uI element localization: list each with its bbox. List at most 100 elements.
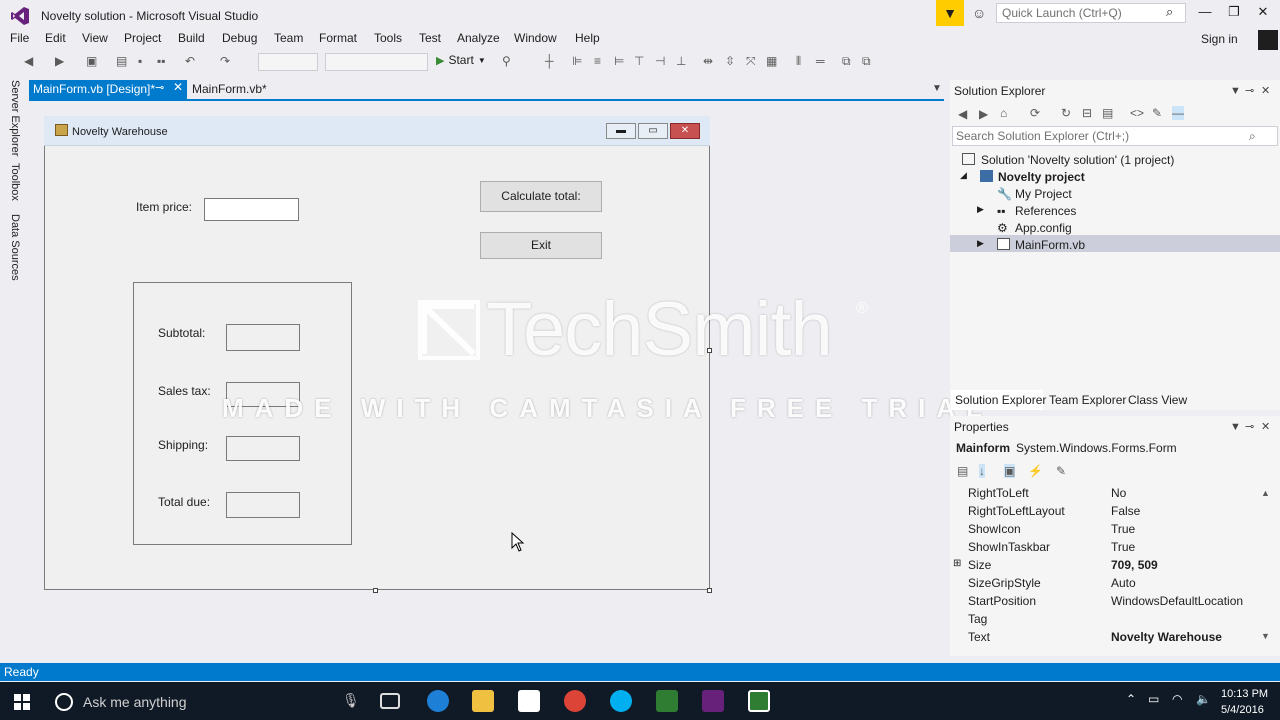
redo-icon[interactable]: ↷ [220,54,230,68]
menu-help[interactable]: Help [575,31,600,45]
chevron-down-icon[interactable]: ▼ [932,83,942,94]
solution-explorer-search-input[interactable]: Search Solution Explorer (Ctrl+;) [952,126,1278,146]
property-row[interactable]: ⊞ Size 709, 509 [950,556,1272,574]
menu-project[interactable]: Project [124,31,161,45]
account-icon[interactable] [1258,30,1278,50]
back-icon[interactable]: ◀ [958,107,967,121]
menu-team[interactable]: Team [274,31,303,45]
menu-edit[interactable]: Edit [45,31,66,45]
tree-item-my-project[interactable]: My Project [1015,187,1072,201]
chevron-up-icon[interactable]: ⌃ [1126,692,1136,706]
pin-icon[interactable]: ⊸ [1245,84,1254,97]
property-row[interactable]: SizeGripStyle Auto [950,574,1272,592]
volume-icon[interactable]: 🔈 [1196,692,1211,706]
preview-icon[interactable]: — [1172,106,1184,120]
property-row[interactable]: RightToLeft No [950,484,1272,502]
microphone-icon[interactable]: 🎙 [342,692,360,709]
properties-wrench-icon[interactable]: ✎ [1152,106,1162,120]
property-value[interactable]: True [1111,540,1135,554]
task-view-icon[interactable] [380,693,400,709]
toolbox-tab[interactable]: Toolbox [9,163,21,201]
make-same-size-icon[interactable]: ⤧ [746,54,756,69]
menu-view[interactable]: View [82,31,108,45]
form-minimize-button[interactable]: ▬ [606,123,636,139]
show-all-files-icon[interactable]: ▤ [1102,106,1113,120]
chevron-down-icon[interactable]: ▼ [1230,421,1241,433]
menu-tools[interactable]: Tools [374,31,402,45]
form-maximize-button[interactable]: ▭ [638,123,668,139]
data-sources-tab[interactable]: Data Sources [9,214,21,281]
new-project-icon[interactable]: ▣ [86,54,97,68]
subtotal-field[interactable] [226,324,300,351]
resize-handle-bottom[interactable] [373,588,378,593]
property-value[interactable]: True [1111,522,1135,536]
sync-icon[interactable]: ⟳ [1030,106,1040,120]
chrome-icon[interactable] [564,690,586,712]
cortana-search-input[interactable]: Ask me anything [83,694,187,710]
align-to-grid-icon[interactable]: ┼ [545,54,554,68]
align-rights-icon[interactable]: ⊨ [614,54,624,68]
align-tops-icon[interactable]: ⊤ [634,54,644,68]
expand-plus-icon[interactable]: ⊞ [953,558,961,569]
forward-icon[interactable]: ▶ [979,107,988,121]
tree-item-app-config[interactable]: App.config [1015,221,1072,235]
property-value[interactable]: Auto [1111,576,1136,590]
alphabetical-icon[interactable]: ↓ [979,464,985,478]
cortana-icon[interactable] [55,693,73,711]
clock-date[interactable]: 5/4/2016 [1221,704,1264,716]
property-row[interactable]: ShowIcon True [950,520,1272,538]
property-row[interactable]: RightToLeftLayout False [950,502,1272,520]
vertical-spacing-icon[interactable]: ═ [816,54,825,68]
size-to-grid-icon[interactable]: ▦ [766,54,777,68]
feedback-smiley-icon[interactable]: ☺ [972,5,986,21]
property-value[interactable]: Novelty Warehouse [1111,630,1222,644]
restore-button[interactable]: ❐ [1219,4,1249,22]
tab-mainform-code[interactable]: MainForm.vb* [192,82,267,96]
refresh-icon[interactable]: ↻ [1061,106,1071,120]
bring-to-front-icon[interactable]: ⧉ [842,54,851,69]
tree-item-references[interactable]: References [1015,204,1076,218]
battery-icon[interactable]: ▭ [1148,692,1159,706]
expanded-arrow-icon[interactable]: ◢ [960,170,967,181]
solution-platform-select[interactable] [325,53,428,71]
property-value[interactable]: 709, 509 [1111,558,1158,572]
tab-team-explorer[interactable]: Team Explorer [1049,393,1126,407]
send-to-back-icon[interactable]: ⧉ [862,54,871,69]
property-row[interactable]: ShowInTaskbar True [950,538,1272,556]
menu-format[interactable]: Format [319,31,357,45]
align-lefts-icon[interactable]: ⊫ [572,54,582,68]
item-price-input[interactable] [204,198,299,221]
search-icon[interactable]: ⌕ [1166,4,1173,20]
tab-solution-explorer[interactable]: Solution Explorer [955,393,1046,407]
search-icon[interactable]: ⌕ [1249,129,1256,144]
home-icon[interactable]: ⌂ [1000,106,1007,120]
visual-studio-taskbar-icon[interactable] [702,690,724,712]
properties-object-selector[interactable]: Mainform System.Windows.Forms.Form [956,441,1177,455]
undo-icon[interactable]: ↶ [185,54,195,68]
camtasia-recorder-icon[interactable] [656,690,678,712]
collapsed-arrow-icon[interactable]: ▶ [977,204,984,215]
total-due-field[interactable] [226,492,300,518]
menu-window[interactable]: Window [514,31,557,45]
collapse-all-icon[interactable]: ⊟ [1082,106,1092,120]
form-close-button[interactable]: ✕ [670,123,700,139]
horizontal-spacing-icon[interactable]: ⫴ [796,54,801,69]
tree-item-project[interactable]: Novelty project [998,170,1085,184]
calculate-total-button[interactable]: Calculate total: [480,181,602,212]
quick-launch-input[interactable]: Quick Launch (Ctrl+Q) [996,3,1186,23]
property-pages-icon[interactable]: ✎ [1056,464,1066,478]
close-icon[interactable]: ✕ [1261,420,1270,433]
close-icon[interactable]: ✕ [1261,84,1270,97]
property-row[interactable]: StartPosition WindowsDefaultLocation [950,592,1272,610]
make-same-height-icon[interactable]: ⇳ [725,54,735,68]
solution-configuration-select[interactable] [258,53,318,71]
minimize-button[interactable]: — [1190,4,1220,22]
save-icon[interactable]: ▪ [138,54,142,68]
property-value[interactable]: No [1111,486,1126,500]
tab-class-view[interactable]: Class View [1128,393,1187,407]
exit-button[interactable]: Exit [480,232,602,259]
file-explorer-icon[interactable] [472,690,494,712]
store-icon[interactable] [518,690,540,712]
wifi-icon[interactable]: ◠ [1172,692,1182,706]
pin-icon[interactable]: ⊸ [155,81,164,94]
